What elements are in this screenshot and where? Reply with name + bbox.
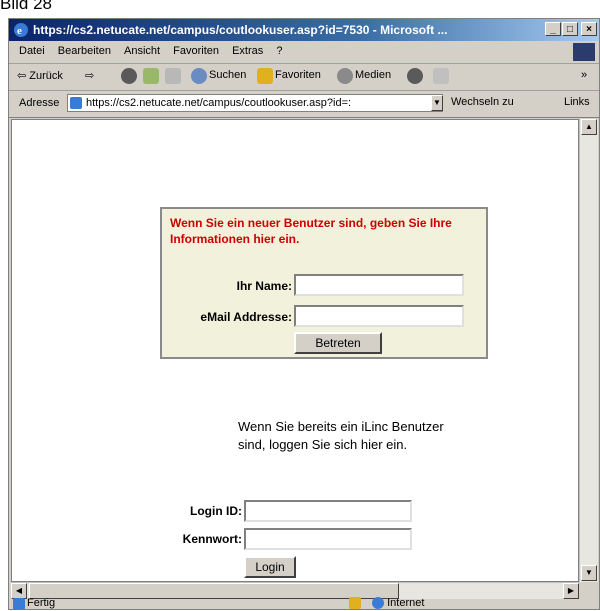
menu-datei[interactable]: Datei (19, 45, 45, 57)
toolbar: ⇦ Zurück ⇨ Suchen Favoriten Medien » (9, 64, 599, 91)
status-bar: Fertig Internet (9, 597, 599, 611)
minimize-button[interactable]: _ (545, 22, 561, 36)
page-icon (70, 97, 82, 109)
globe-icon (372, 597, 385, 610)
title-bar: e https://cs2.netucate.net/campus/coutlo… (9, 19, 599, 41)
lock-icon (349, 597, 361, 610)
links-button[interactable]: Links (564, 96, 590, 108)
address-bar: Adresse https://cs2.netucate.net/campus/… (9, 91, 599, 118)
address-input[interactable]: https://cs2.netucate.net/campus/coutlook… (67, 94, 443, 112)
menu-favoriten[interactable]: Favoriten (173, 45, 219, 57)
window-title: https://cs2.netucate.net/campus/coutlook… (33, 23, 448, 37)
address-dropdown-icon[interactable]: ▼ (431, 95, 443, 111)
login-id-label: Login ID: (190, 504, 242, 518)
maximize-button[interactable]: □ (562, 22, 578, 36)
page-content: Wenn Sie ein neuer Benutzer sind, geben … (11, 119, 579, 582)
refresh-icon[interactable] (143, 68, 159, 84)
guest-login-panel: Wenn Sie ein neuer Benutzer sind, geben … (160, 207, 488, 359)
windows-logo-icon (573, 43, 595, 61)
member-message: Wenn Sie bereits ein iLinc Benutzer sind… (238, 419, 444, 452)
figure-caption: Bild 28 (0, 0, 52, 13)
close-button[interactable]: × (581, 22, 597, 36)
name-label: Ihr Name: (236, 279, 292, 293)
enter-button[interactable]: Betreten (294, 332, 382, 354)
menu-bar: Datei Bearbeiten Ansicht Favoriten Extra… (9, 41, 599, 64)
internet-explorer-icon: e (14, 23, 28, 37)
menu-bearbeiten[interactable]: Bearbeiten (58, 45, 111, 57)
search-icon[interactable] (191, 68, 207, 84)
vertical-scrollbar[interactable]: ▲ ▼ (579, 119, 598, 582)
menu-help[interactable]: ? (276, 45, 282, 57)
scroll-up-icon[interactable]: ▲ (581, 119, 597, 135)
email-label: eMail Addresse: (200, 310, 292, 324)
mail-icon[interactable] (433, 68, 449, 84)
menu-extras[interactable]: Extras (232, 45, 263, 57)
home-icon[interactable] (165, 68, 181, 84)
media-icon[interactable] (337, 68, 353, 84)
favorites-button[interactable]: Favoriten (275, 69, 321, 81)
go-button[interactable]: Wechseln zu (451, 96, 514, 108)
zone-text: Internet (387, 597, 425, 609)
address-label: Adresse (19, 97, 60, 109)
page-status-icon (13, 598, 25, 610)
history-icon[interactable] (407, 68, 423, 84)
back-button[interactable]: ⇦ Zurück (17, 69, 63, 82)
toolbar-more-button[interactable]: » (581, 69, 587, 81)
scroll-down-icon[interactable]: ▼ (581, 565, 597, 581)
status-text: Fertig (27, 597, 56, 609)
password-input[interactable] (244, 528, 412, 550)
stop-icon[interactable] (121, 68, 137, 84)
browser-window: e https://cs2.netucate.net/campus/coutlo… (8, 18, 600, 610)
search-button[interactable]: Suchen (209, 69, 246, 81)
svg-text:e: e (17, 25, 22, 37)
media-button[interactable]: Medien (355, 69, 391, 81)
password-label: Kennwort: (182, 532, 242, 546)
favorites-icon[interactable] (257, 68, 273, 84)
name-input[interactable] (294, 274, 464, 296)
email-input[interactable] (294, 305, 464, 327)
address-url: https://cs2.netucate.net/campus/coutlook… (86, 97, 352, 109)
guest-message: Wenn Sie ein neuer Benutzer sind, geben … (170, 216, 452, 246)
menu-ansicht[interactable]: Ansicht (124, 45, 160, 57)
forward-button[interactable]: ⇨ (85, 69, 94, 82)
login-id-input[interactable] (244, 500, 412, 522)
security-zone: Internet (349, 597, 425, 610)
login-button[interactable]: Login (244, 556, 296, 578)
